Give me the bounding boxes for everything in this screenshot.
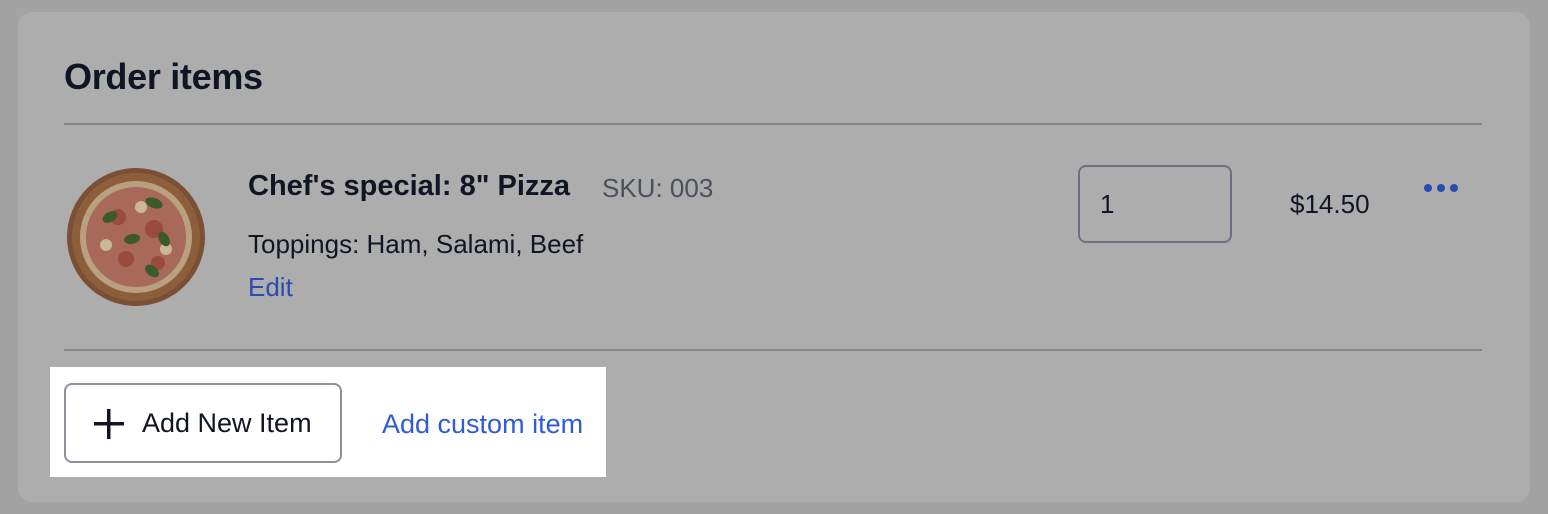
item-price: $14.50 <box>1290 189 1370 219</box>
quantity-input[interactable] <box>1078 165 1232 243</box>
section-title: Order items <box>64 56 263 97</box>
pizza-thumbnail <box>66 167 206 307</box>
add-new-item-button[interactable]: Add New Item <box>64 383 342 463</box>
divider <box>64 349 1482 351</box>
add-new-item-label: Add New Item <box>142 408 312 438</box>
item-sku: SKU: 003 <box>602 173 714 203</box>
more-options-icon[interactable] <box>1420 176 1460 200</box>
add-custom-item-link[interactable]: Add custom item <box>382 409 583 440</box>
item-toppings: Toppings: Ham, Salami, Beef <box>248 229 584 259</box>
divider <box>64 123 1482 125</box>
edit-item-link[interactable]: Edit <box>248 272 293 303</box>
item-name: Chef's special: 8" Pizza <box>248 170 571 202</box>
plus-icon <box>92 407 126 441</box>
